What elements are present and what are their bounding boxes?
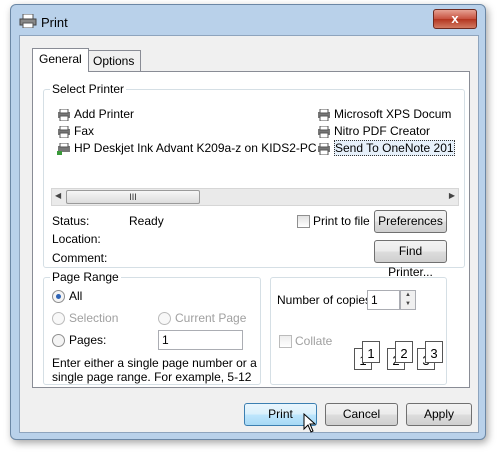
all-radio[interactable]	[52, 290, 65, 303]
printer-hp-deskjet[interactable]: HP Deskjet Ink Advant K209a-z on KIDS2-P…	[57, 140, 317, 156]
collate-page-icon: 2	[395, 341, 413, 363]
printer-xps[interactable]: Microsoft XPS Docum	[317, 106, 451, 122]
pages-input[interactable]: 1	[158, 330, 243, 350]
spin-up-icon[interactable]: ▲	[401, 291, 415, 300]
selection-label[interactable]: Selection	[69, 311, 118, 325]
pages-label[interactable]: Pages:	[69, 333, 106, 347]
preferences-button[interactable]: Preferences	[374, 210, 447, 233]
add-printer-icon	[58, 108, 70, 121]
printer-fax[interactable]: Fax	[57, 123, 94, 139]
printer-label: Fax	[74, 124, 95, 138]
title-bar[interactable]: Print x	[11, 5, 485, 35]
printer-list-scrollbar[interactable]: ◀ III ▶	[51, 188, 459, 206]
selection-radio[interactable]	[52, 312, 65, 325]
printer-label: HP Deskjet Ink Advant K209a-z on KIDS2-P…	[74, 141, 317, 155]
scroll-left-icon[interactable]: ◀	[55, 191, 61, 200]
page-range-hint: Enter either a single page number or a s…	[52, 356, 257, 384]
status-value: Ready	[129, 214, 164, 228]
network-printer-icon	[57, 142, 70, 155]
find-printer-button[interactable]: Find Printer...	[374, 240, 447, 279]
copies-spinner[interactable]: ▲ ▼	[400, 290, 416, 310]
printer-label: Nitro PDF Creator	[334, 124, 431, 138]
select-printer-label: Select Printer	[50, 82, 127, 96]
copies-input[interactable]: 1	[367, 290, 400, 310]
close-button[interactable]: x	[433, 9, 477, 29]
scrollbar-thumb[interactable]: III	[66, 190, 200, 204]
status-label: Status:	[52, 214, 90, 228]
number-of-copies-label: Number of copies:	[277, 293, 375, 307]
all-label[interactable]: All	[69, 289, 82, 303]
printer-icon	[318, 125, 330, 138]
printer-list: Add Printer Fax HP Deskjet Ink Advant K2…	[51, 102, 457, 187]
page-range-label: Page Range	[50, 270, 121, 284]
location-label: Location:	[52, 232, 101, 246]
apply-button[interactable]: Apply	[406, 403, 472, 426]
printer-nitro-pdf[interactable]: Nitro PDF Creator	[317, 123, 430, 139]
printer-onenote[interactable]: Send To OneNote 201	[317, 140, 455, 156]
collate-page-icon: 3	[425, 341, 443, 363]
mouse-cursor-icon	[303, 413, 317, 433]
page-range-group: Page Range All Selection Current Page Pa…	[43, 270, 261, 385]
collate-checkbox[interactable]	[279, 335, 292, 348]
printer-icon	[318, 108, 330, 121]
tab-general[interactable]: General	[32, 48, 89, 72]
print-dialog: Print x General Options Select Printer A…	[10, 4, 486, 440]
current-page-label[interactable]: Current Page	[175, 311, 246, 325]
print-to-file-checkbox[interactable]	[297, 215, 310, 228]
printer-icon	[318, 142, 330, 155]
spin-down-icon[interactable]: ▼	[401, 300, 415, 309]
printer-label: Add Printer	[74, 107, 135, 121]
comment-label: Comment:	[52, 251, 108, 265]
print-to-file-label[interactable]: Print to file	[313, 214, 370, 228]
cancel-button[interactable]: Cancel	[325, 403, 398, 426]
fax-icon	[58, 125, 70, 138]
window-title: Print	[41, 15, 68, 30]
printer-label: Send To OneNote 201	[334, 140, 455, 156]
pages-radio[interactable]	[52, 334, 65, 347]
printer-add-printer[interactable]: Add Printer	[57, 106, 134, 122]
scroll-right-icon[interactable]: ▶	[449, 191, 455, 200]
tab-options[interactable]: Options	[86, 50, 142, 71]
current-page-radio[interactable]	[158, 312, 171, 325]
printer-label: Microsoft XPS Docum	[334, 107, 452, 121]
collate-page-icon: 1	[362, 341, 380, 363]
general-panel: Select Printer Add Printer Fax HP Deskje…	[32, 71, 470, 388]
dialog-body: General Options Select Printer Add Print…	[19, 35, 479, 433]
printer-icon	[19, 14, 37, 28]
collate-label[interactable]: Collate	[295, 334, 332, 348]
select-printer-group: Select Printer Add Printer Fax HP Deskje…	[43, 82, 465, 279]
copies-group: Number of copies: 1 ▲ ▼ Collate 1 1 2 2 …	[270, 277, 447, 385]
